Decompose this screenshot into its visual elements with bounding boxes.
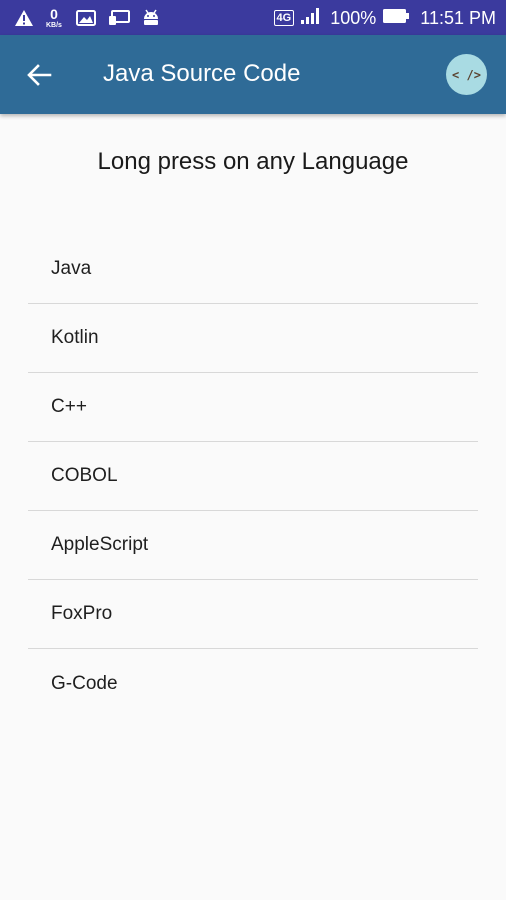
status-bar: 0 KB/s 4G 100% 11:51 PM [0, 0, 506, 35]
signal-icon [300, 7, 322, 30]
android-icon [142, 9, 160, 27]
warning-icon [14, 9, 34, 27]
language-item-kotlin[interactable]: Kotlin [28, 304, 478, 373]
data-speed-unit: KB/s [46, 22, 62, 29]
language-item-gcode[interactable]: G-Code [28, 649, 478, 718]
language-item-java[interactable]: Java [28, 235, 478, 304]
code-button[interactable]: < /> [446, 54, 487, 95]
battery-icon [382, 8, 410, 29]
instruction-text: Long press on any Language [97, 148, 409, 175]
status-bar-system: 4G 100% 11:51 PM [273, 6, 496, 30]
arrow-left-icon [27, 64, 52, 86]
language-list: Java Kotlin C++ COBOL AppleScript FoxPro… [28, 235, 478, 718]
language-item-applescript[interactable]: AppleScript [28, 511, 478, 580]
network-type-badge: 4G [273, 10, 295, 26]
code-icon: < /> [452, 67, 481, 82]
cast-icon [108, 10, 130, 26]
image-icon [75, 10, 96, 26]
status-bar-notifications: 0 KB/s [14, 6, 172, 30]
battery-percent: 100% [330, 7, 377, 28]
page-title: Java Source Code [103, 60, 301, 87]
app-bar: Java Source Code < /> [0, 35, 506, 114]
data-speed-indicator: 0 KB/s [46, 7, 62, 29]
language-item-cobol[interactable]: COBOL [28, 442, 478, 511]
data-speed-value: 0 [50, 6, 58, 22]
clock: 11:51 PM [420, 7, 496, 28]
back-button[interactable] [22, 58, 56, 92]
language-item-cpp[interactable]: C++ [28, 373, 478, 442]
language-item-foxpro[interactable]: FoxPro [28, 580, 478, 649]
